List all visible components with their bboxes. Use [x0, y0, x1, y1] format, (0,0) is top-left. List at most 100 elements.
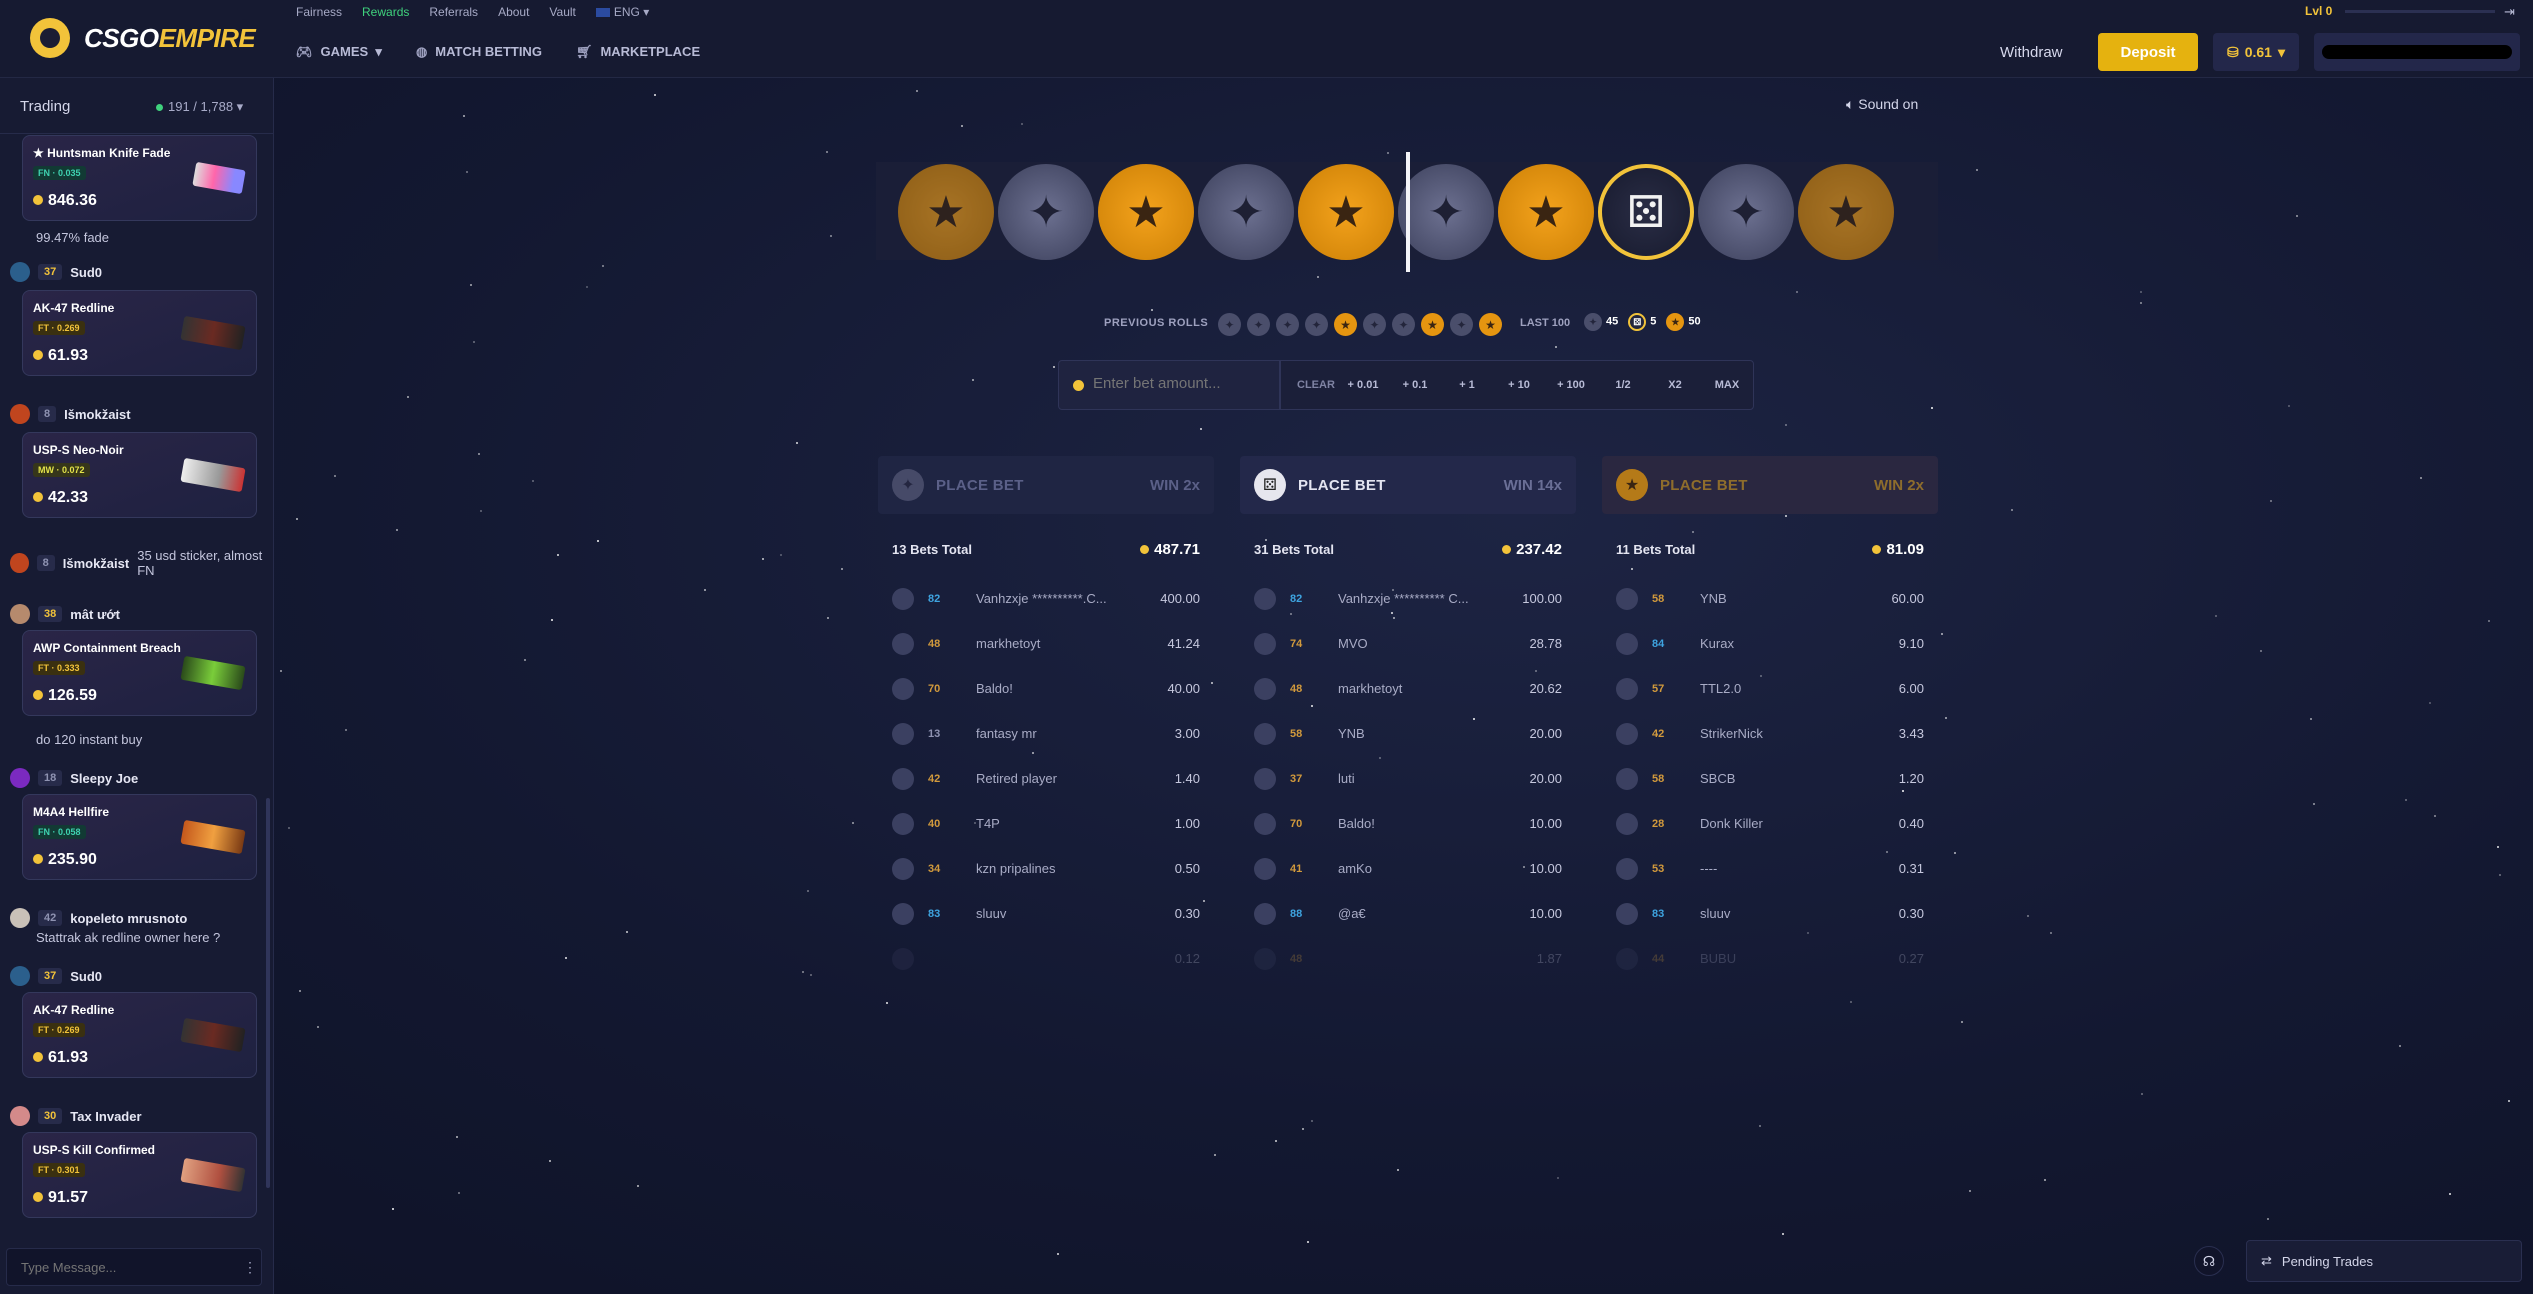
bet-row: 28 Donk Killer 0.40: [1602, 801, 1938, 846]
bet-row: 44 BUBU 0.27: [1602, 936, 1938, 970]
chat-item-card[interactable]: ★ Huntsman Knife Fade FN · 0.035 846.36: [22, 135, 257, 221]
user-level: 70: [928, 682, 941, 695]
bet-row: 40 T4P 1.00: [878, 801, 1214, 846]
chat-user[interactable]: 8 Išmokžaist 35 usd sticker, almost FN: [10, 548, 273, 578]
clear-button[interactable]: CLEAR: [1291, 379, 1337, 391]
bet-amount-input[interactable]: [1093, 375, 1273, 392]
bet-row: 0.12: [878, 936, 1214, 970]
double-button[interactable]: X2: [1649, 379, 1701, 391]
bet-row: 70 Baldo! 40.00: [878, 666, 1214, 711]
bet-row: 84 Kurax 9.10: [1602, 621, 1938, 666]
bet-row: 58 YNB 20.00: [1240, 711, 1576, 756]
user-level: 8: [36, 555, 55, 571]
bet-amount: 10.00: [1529, 816, 1562, 831]
bet-amount: 28.78: [1529, 636, 1562, 651]
bet-list: 58 YNB 60.00 84 Kurax 9.10 57 TTL2.0 6.00 42 Strik…: [1602, 576, 1938, 970]
chat-room-title[interactable]: Trading: [20, 98, 70, 115]
username: Išmokžaist: [62, 555, 130, 571]
item-name: USP-S Kill Confirmed: [33, 1143, 156, 1157]
user-level: 42: [38, 910, 63, 926]
chat-item-card[interactable]: AK-47 Redline FT · 0.269 61.93: [22, 992, 257, 1078]
chat-user[interactable]: 37 Sud0: [10, 966, 102, 986]
half-button[interactable]: 1/2: [1597, 379, 1649, 391]
chat-scrollbar[interactable]: [266, 798, 270, 1188]
chat-user[interactable]: 8 Išmokžaist: [10, 404, 131, 424]
logo[interactable]: CSGOEMPIRE: [30, 18, 256, 58]
place-bet-ct-button[interactable]: ✦ PLACE BET WIN 2x: [878, 456, 1214, 514]
chat-item-card[interactable]: AK-47 Redline FT · 0.269 61.93: [22, 290, 257, 376]
chat-item-card[interactable]: USP-S Kill Confirmed FT · 0.301 91.57: [22, 1132, 257, 1218]
item-price: 61.93: [33, 347, 88, 365]
previous-roll-ct-coin-icon: ✦: [1392, 313, 1415, 336]
sound-toggle[interactable]: 🔈︎ Sound on: [1846, 96, 1918, 113]
item-wear: FT · 0.269: [33, 1023, 85, 1037]
pending-trades-button[interactable]: ⇄ Pending Trades: [2246, 1240, 2522, 1282]
balance-dropdown[interactable]: ⛁ 0.61 ▾: [2213, 33, 2299, 71]
chat-user[interactable]: 30 Tax Invader: [10, 1106, 142, 1126]
bet-amount-field[interactable]: [1058, 360, 1280, 410]
item-name: AK-47 Redline: [33, 1003, 115, 1017]
max-button[interactable]: MAX: [1701, 379, 1753, 391]
bet-amount: 400.00: [1160, 591, 1200, 606]
bet-amount: 1.87: [1536, 951, 1562, 966]
bet-modifier-buttons: CLEAR + 0.01 + 0.1 + 1 + 10 + 100 1/2 X2…: [1280, 360, 1754, 410]
avatar: [10, 966, 30, 986]
bet-amount: 0.50: [1174, 861, 1200, 876]
chat-user[interactable]: 42 kopeleto mrusnoto: [10, 908, 187, 928]
deposit-button[interactable]: Deposit: [2098, 33, 2198, 71]
username: Baldo!: [976, 681, 1013, 696]
link-fairness[interactable]: Fairness: [296, 5, 342, 19]
avatar: [892, 947, 914, 970]
chevron-down-icon: ▾: [2277, 43, 2285, 60]
online-count[interactable]: 191 / 1,788 ▾: [156, 99, 243, 115]
chat-message-text: 99.47% fade: [36, 230, 110, 245]
link-about[interactable]: About: [498, 5, 529, 19]
link-referrals[interactable]: Referrals: [429, 5, 478, 19]
item-price: 42.33: [33, 489, 88, 507]
chat-message-input[interactable]: [6, 1248, 262, 1286]
user-level: 37: [38, 264, 63, 280]
headset-support-icon[interactable]: ☊: [2194, 1246, 2224, 1276]
ct-coin-icon: ✦: [998, 164, 1094, 260]
bet-amount: 20.00: [1529, 771, 1562, 786]
item-wear: FT · 0.269: [33, 321, 85, 335]
chat-item-card[interactable]: USP-S Neo-Noir MW · 0.072 42.33: [22, 432, 257, 518]
user-level: 8: [38, 406, 57, 422]
nav-marketplace[interactable]: 🛒︎ MARKETPLACE: [576, 44, 700, 60]
logout-icon[interactable]: ⇥: [2504, 4, 2515, 20]
place-bet-t-button[interactable]: ★ PLACE BET WIN 2x: [1602, 456, 1938, 514]
bet-amount: 0.27: [1898, 951, 1924, 966]
bet-panel-ct: ✦ PLACE BET WIN 2x 13 Bets Total 487.71 …: [878, 456, 1214, 970]
user-profile[interactable]: [2314, 33, 2520, 71]
add-0.01-button[interactable]: + 0.01: [1337, 379, 1389, 391]
add-1-button[interactable]: + 1: [1441, 379, 1493, 391]
chat-user[interactable]: 38 mât ướt: [10, 604, 120, 624]
bet-amount: 6.00: [1898, 681, 1924, 696]
user-level: 38: [38, 606, 63, 622]
add-0.1-button[interactable]: + 0.1: [1389, 379, 1441, 391]
chat-options-icon[interactable]: ⋮: [243, 1259, 257, 1276]
add-10-button[interactable]: + 10: [1493, 379, 1545, 391]
chat-user[interactable]: 18 Sleepy Joe: [10, 768, 138, 788]
nav-games[interactable]: 🎮︎ GAMES ▾: [296, 44, 382, 60]
language-selector[interactable]: ENG ▾: [595, 5, 649, 19]
user-level: 44: [1652, 952, 1665, 965]
chat-item-card[interactable]: M4A4 Hellfire FN · 0.058 235.90: [22, 794, 257, 880]
username: markhetoyt: [1338, 681, 1403, 696]
avatar: [10, 908, 30, 928]
nav-match-betting[interactable]: ◍ MATCH BETTING: [416, 44, 542, 60]
user-level: 37: [38, 968, 63, 984]
place-bet-bonus-button[interactable]: ⚄ PLACE BET WIN 14x: [1240, 456, 1576, 514]
level-progress-bar: [2345, 10, 2495, 13]
chat-user[interactable]: 37 Sud0: [10, 262, 102, 282]
avatar: [1616, 632, 1638, 655]
withdraw-button[interactable]: Withdraw: [2000, 44, 2063, 61]
avatar: [10, 768, 30, 788]
payout-label: WIN 2x: [1149, 476, 1200, 494]
link-rewards[interactable]: Rewards: [362, 5, 409, 19]
username: kopeleto mrusnoto: [70, 910, 188, 926]
add-100-button[interactable]: + 100: [1545, 379, 1597, 391]
item-price: 235.90: [33, 851, 97, 869]
chat-item-card[interactable]: AWP Containment Breach FT · 0.333 126.59: [22, 630, 257, 716]
link-vault[interactable]: Vault: [549, 5, 575, 19]
